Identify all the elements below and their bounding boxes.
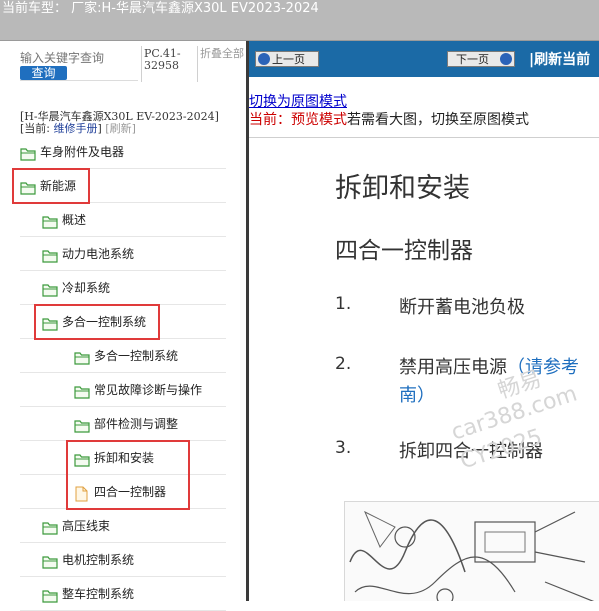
- separator: [141, 46, 142, 82]
- tree-item-label: 高压线束: [62, 519, 111, 533]
- next-page-button[interactable]: 下一页: [447, 51, 515, 67]
- tree-item[interactable]: 电机控制系统: [42, 549, 134, 571]
- tree-item[interactable]: 动力电池系统: [42, 243, 134, 265]
- separator: [197, 46, 198, 82]
- tree-item-label: 概述: [62, 213, 87, 227]
- document-viewer: 上一页 下一页 |刷新当前 切换为原图模式 当前：预览模式若需看大图，切换至原图…: [249, 41, 599, 601]
- tree-item[interactable]: 车身附件及电器: [20, 141, 124, 163]
- current-value[interactable]: 维修手册: [54, 122, 98, 135]
- switch-original-mode-link[interactable]: 切换为原图模式: [249, 91, 347, 111]
- step-number: 1.: [335, 294, 352, 314]
- step-number: 3.: [335, 438, 352, 458]
- step-number: 2.: [335, 354, 352, 374]
- tree-item-label: 整车控制系统: [62, 587, 135, 601]
- row-separator: [20, 270, 226, 271]
- search-underline: [20, 80, 138, 81]
- current-prefix: [当前:: [20, 122, 54, 135]
- mode-prefix: 当前：预览模式: [249, 112, 347, 128]
- vehicle-title: 当前车型： 厂家:H-华晨汽车鑫源X30L EV2023-2024: [2, 1, 319, 16]
- tree-item[interactable]: 部件检测与调整: [74, 413, 178, 435]
- step-text: 断开蓄电池负极: [399, 297, 525, 318]
- folder-icon: [42, 282, 58, 297]
- next-page-label: 下一页: [456, 53, 489, 66]
- current-location: [当前: 维修手册] [刷新]: [20, 122, 136, 135]
- folder-icon: [42, 588, 58, 603]
- collapse-all-button[interactable]: 折叠全部: [200, 48, 244, 60]
- refresh-current-button[interactable]: |刷新当前: [529, 49, 590, 69]
- tree-item[interactable]: 常见故障诊断与操作: [74, 379, 202, 401]
- tree-item-label: 车身附件及电器: [40, 145, 125, 159]
- folder-icon: [42, 554, 58, 569]
- prev-page-label: 上一页: [272, 53, 305, 66]
- folder-icon: [42, 214, 58, 229]
- diagram-image: [344, 501, 599, 601]
- tree-item[interactable]: 冷却系统: [42, 277, 110, 299]
- separator: [249, 137, 599, 138]
- search-button[interactable]: 查询: [20, 66, 67, 80]
- tree-item[interactable]: 整车控制系统: [42, 583, 134, 605]
- refresh-link[interactable]: [刷新]: [105, 122, 136, 135]
- row-separator: [20, 236, 226, 237]
- tree-item-label: 电机控制系统: [62, 553, 135, 567]
- doc-subtitle: 四合一控制器: [335, 238, 473, 264]
- folder-icon: [20, 146, 36, 161]
- page-nav-bar: 上一页 下一页 |刷新当前: [249, 41, 599, 77]
- current-suffix: ]: [97, 122, 102, 135]
- folder-icon: [42, 520, 58, 535]
- mode-status: 当前：预览模式若需看大图，切换至原图模式: [249, 109, 529, 129]
- tree-item-label: 冷却系统: [62, 281, 111, 295]
- step-text: 禁用高压电源（请参考: [399, 353, 579, 379]
- highlight-box: [66, 440, 190, 510]
- arrow-right-icon: [500, 53, 512, 65]
- tree-item-label: 常见故障诊断与操作: [94, 383, 203, 397]
- row-separator: [20, 372, 226, 373]
- search-input[interactable]: [20, 50, 138, 66]
- reference-link-end[interactable]: 南）: [399, 385, 435, 406]
- step-text-continued: 南）: [399, 381, 435, 407]
- tree-item[interactable]: 多合一控制系统: [74, 345, 178, 367]
- step-text-main: 禁用高压电源: [399, 357, 507, 378]
- mode-hint: 若需看大图，切换至原图模式: [347, 112, 529, 128]
- pc-code: PC.41-32958: [144, 47, 181, 72]
- controller-diagram: [349, 510, 595, 601]
- prev-page-button[interactable]: 上一页: [255, 51, 319, 67]
- row-separator: [20, 406, 226, 407]
- folder-icon: [42, 248, 58, 263]
- tree-item-label: 部件检测与调整: [94, 417, 179, 431]
- row-separator: [20, 576, 226, 577]
- tree-item-label: 动力电池系统: [62, 247, 135, 261]
- row-separator: [20, 542, 226, 543]
- highlight-box: [34, 304, 160, 340]
- title-bar: 当前车型： 厂家:H-华晨汽车鑫源X30L EV2023-2024: [0, 0, 599, 41]
- folder-icon: [74, 384, 90, 399]
- tree-item[interactable]: 高压线束: [42, 515, 110, 537]
- tree-item-label: 多合一控制系统: [94, 349, 179, 363]
- folder-icon: [74, 350, 90, 365]
- highlight-box: [12, 168, 90, 204]
- doc-title: 拆卸和安装: [335, 173, 470, 204]
- folder-icon: [74, 418, 90, 433]
- arrow-left-icon: [258, 53, 270, 65]
- tree-item[interactable]: 概述: [42, 209, 86, 231]
